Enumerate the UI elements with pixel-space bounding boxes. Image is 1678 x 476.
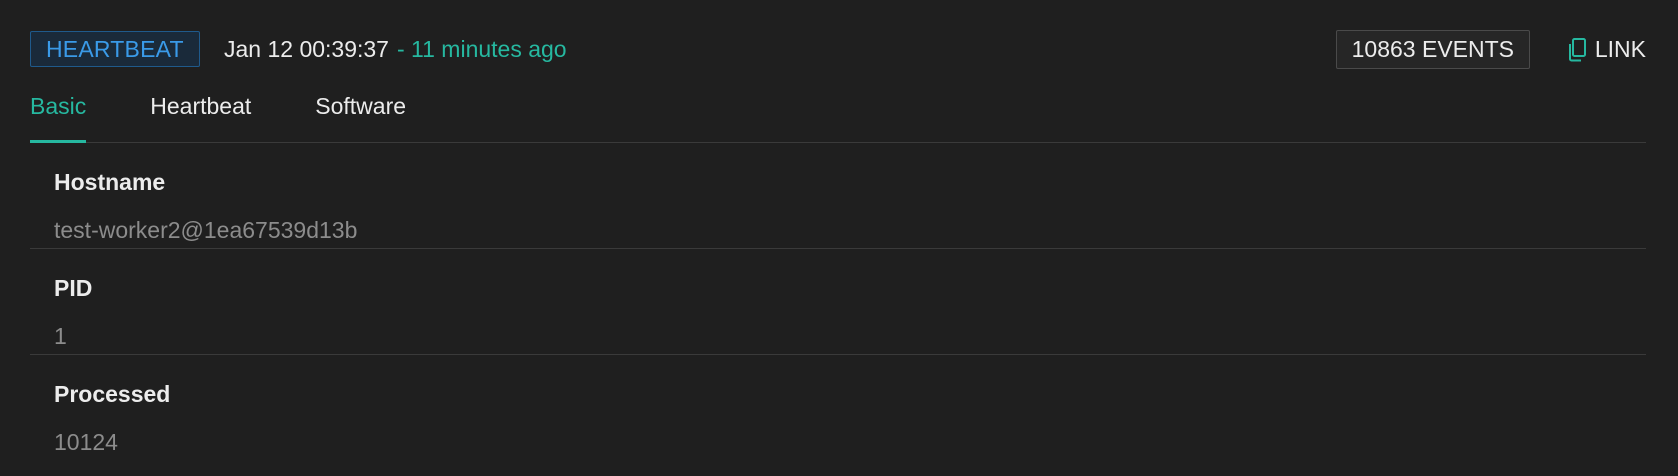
events-count-button[interactable]: 10863 EVENTS xyxy=(1335,30,1530,69)
copy-icon xyxy=(1567,37,1589,63)
link-button[interactable]: LINK xyxy=(1567,30,1646,69)
event-date: Jan 12 00:39:37 xyxy=(224,35,389,62)
processed-label: Processed xyxy=(54,381,171,407)
event-relative-time: - 11 minutes ago xyxy=(396,35,567,62)
hostname-label: Hostname xyxy=(54,169,166,195)
hostname-value: test-worker2@1ea67539d13b xyxy=(54,217,358,243)
event-timestamp: Jan 12 00:39:37 - 11 minutes ago xyxy=(224,31,567,67)
detail-list: Hostname test-worker2@1ea67539d13b PID 1… xyxy=(30,143,1646,461)
link-label: LINK xyxy=(1594,36,1646,62)
tab-basic[interactable]: Basic xyxy=(30,86,87,143)
detail-row-processed: Processed 10124 xyxy=(30,355,1646,461)
tab-heartbeat[interactable]: Heartbeat xyxy=(150,86,251,142)
processed-value: 10124 xyxy=(54,429,118,455)
event-header: HEARTBEAT Jan 12 00:39:37 - 11 minutes a… xyxy=(30,0,1646,100)
tab-software[interactable]: Software xyxy=(315,86,406,142)
detail-row-pid: PID 1 xyxy=(30,249,1646,355)
event-type-badge: HEARTBEAT xyxy=(30,31,200,67)
event-detail-panel: HEARTBEAT Jan 12 00:39:37 - 11 minutes a… xyxy=(30,0,1646,455)
pid-value: 1 xyxy=(54,323,67,349)
pid-label: PID xyxy=(54,275,93,301)
tab-bar: Basic Heartbeat Software xyxy=(30,86,1646,143)
detail-row-hostname: Hostname test-worker2@1ea67539d13b xyxy=(30,143,1646,249)
